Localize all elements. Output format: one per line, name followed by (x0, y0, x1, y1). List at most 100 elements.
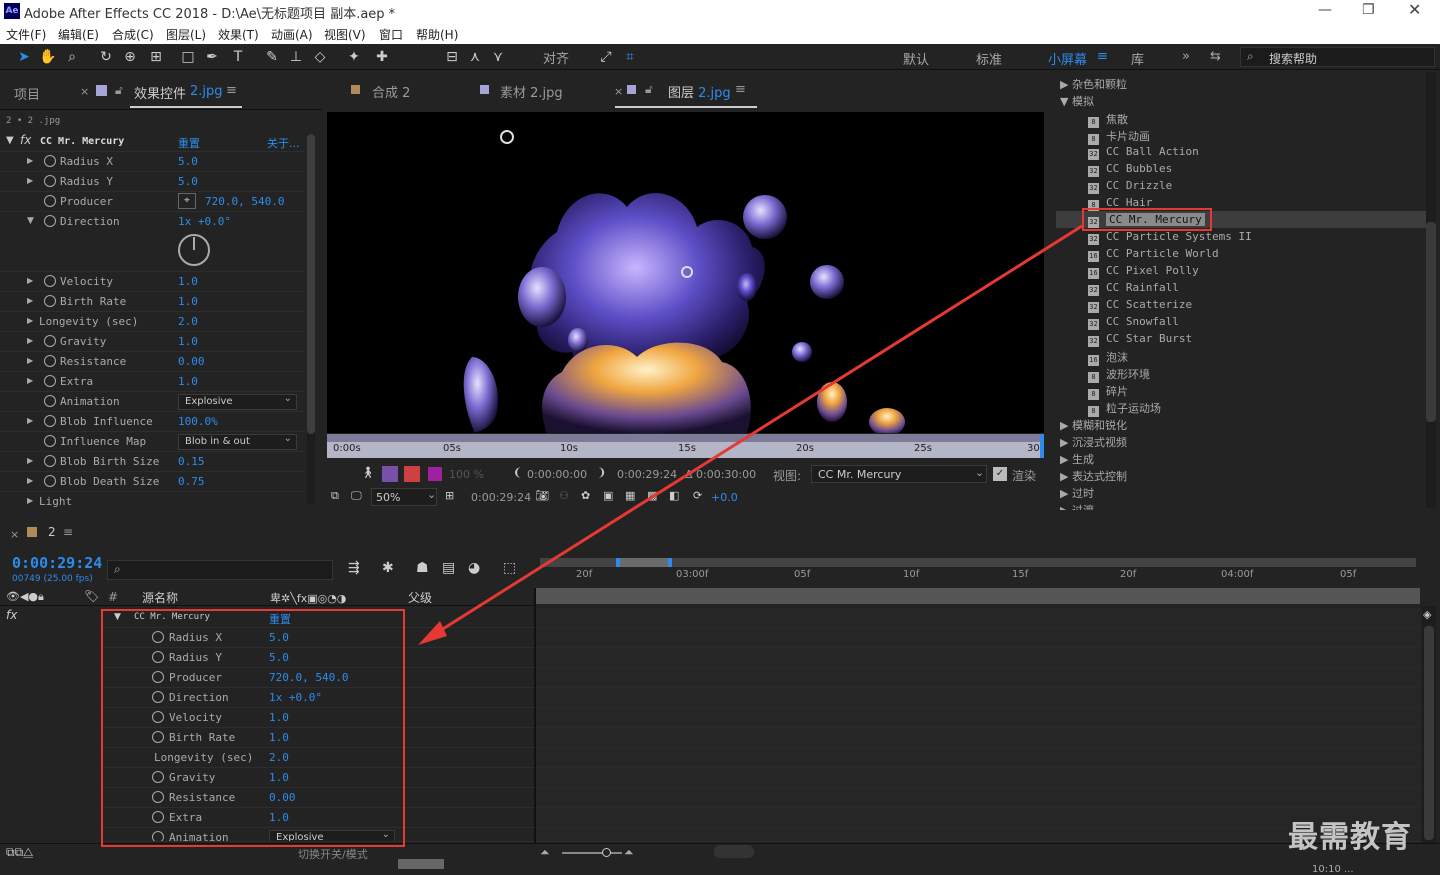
effect-item[interactable]: 16 泡沫 (1088, 349, 1128, 366)
param-row[interactable]: ▶ Birth Rate 1.0 (0, 292, 305, 312)
param-row[interactable]: ▶ Longevity (sec) 2.0 (0, 312, 305, 332)
panel-menu-icon[interactable]: ≡ (735, 82, 746, 97)
menu-layer[interactable]: 图层(L) (166, 26, 206, 43)
menu-help[interactable]: 帮助(H) (416, 26, 458, 43)
world-axis-icon[interactable]: ⋏ (465, 47, 485, 67)
param-row[interactable]: ▶ Radius Y 5.0 (0, 172, 305, 192)
effect-item[interactable]: 32 CC Rainfall (1088, 281, 1179, 296)
workspace-menu-icon[interactable]: ≡ (1097, 49, 1108, 64)
eraser-tool-icon[interactable]: ◇ (310, 47, 330, 67)
param-row[interactable]: ▶ Velocity 1.0 (0, 272, 305, 292)
effect-item[interactable]: 32 CC Bubbles (1088, 162, 1172, 177)
menu-view[interactable]: 视图(V) (324, 26, 366, 43)
category-item[interactable]: ▶ 生成 (1060, 451, 1094, 467)
menu-animation[interactable]: 动画(A) (271, 26, 313, 43)
view-dropdown[interactable]: CC Mr. Mercury (811, 465, 987, 483)
category-item[interactable]: ▶ 过渡 (1060, 502, 1094, 510)
layer-search-input[interactable]: ⌕ (107, 560, 333, 580)
comp-mini-flowchart-icon[interactable]: ⇶ (348, 560, 360, 576)
tab-effect-controls[interactable]: 效果控件 (134, 83, 186, 102)
transparency-grid-icon[interactable]: ▦ (625, 489, 635, 502)
motion-blur-icon[interactable]: ◕ (468, 560, 480, 576)
stopwatch-icon[interactable] (44, 435, 56, 447)
param-value[interactable]: 1.0 (178, 295, 198, 308)
more-workspaces-icon[interactable]: » (1182, 49, 1190, 64)
stopwatch-icon[interactable] (44, 175, 56, 187)
brush-tool-icon[interactable]: ✎ (262, 47, 282, 67)
param-row[interactable]: ▶ Gravity 1.0 (0, 332, 305, 352)
direction-dial[interactable] (178, 234, 210, 266)
category-item[interactable]: ▶ 过时 (1060, 485, 1094, 501)
effect-item[interactable]: 32 CC Scatterize (1088, 298, 1192, 313)
av-switches-icon[interactable]: 👁︎◀●🔒︎ (6, 590, 44, 604)
footer-toggle-icons[interactable]: ⧉⧉⧋ (6, 845, 33, 860)
tab-composition[interactable]: 合成 2 (372, 82, 410, 101)
category-item[interactable]: ▶ 沉浸式视频 (1060, 434, 1127, 450)
rotate-tool-icon[interactable]: ↻ (96, 47, 116, 67)
param-row[interactable]: ▶ Blob Birth Size 0.15 (0, 452, 305, 472)
category-noise-grain[interactable]: ▶ 杂色和颗粒 (1060, 76, 1127, 92)
tab-layer[interactable]: 图层 2.jpg (668, 82, 731, 101)
param-value[interactable]: 0.15 (178, 455, 205, 468)
workspace-default[interactable]: 默认 (903, 49, 929, 68)
effect-item[interactable]: 8 碎片 (1088, 383, 1128, 400)
stopwatch-icon[interactable] (44, 295, 56, 307)
param-value[interactable]: 1.0 (178, 275, 198, 288)
effect-item[interactable]: 32 CC Snowfall (1088, 315, 1179, 330)
col-parent[interactable]: 父级 (408, 589, 432, 606)
close-tab-icon[interactable]: × (10, 528, 19, 541)
menu-composition[interactable]: 合成(C) (112, 26, 154, 43)
show-snapshot-icon[interactable]: ⚇ (559, 489, 569, 502)
zoom-in-icon[interactable]: ⏶ (624, 845, 634, 860)
snap-extend-icon[interactable]: ⤢ (596, 47, 616, 67)
snapshot-icon[interactable]: 📷︎ (535, 489, 549, 502)
param-row[interactable]: ▶ Blob Influence 100.0% (0, 412, 305, 432)
animation-dropdown[interactable]: Explosive (178, 392, 297, 410)
zoom-slider[interactable] (562, 848, 622, 857)
fit-icon[interactable]: ⊞ (445, 489, 454, 502)
param-value[interactable]: 720.0, 540.0 (205, 195, 284, 208)
stopwatch-icon[interactable] (44, 215, 56, 227)
fx-toggle[interactable]: fx (20, 133, 31, 147)
graph-editor-icon[interactable]: ⬚ (503, 560, 516, 576)
param-value[interactable]: 100.0% (178, 415, 218, 428)
minimize-icon[interactable]: — (1318, 2, 1332, 18)
reset-exposure-icon[interactable]: ⟳ (693, 489, 702, 502)
param-row[interactable]: ▶ Radius X 5.0 (0, 152, 305, 172)
shy-layers-icon[interactable]: ☗ (416, 560, 429, 576)
effects-scrollbar[interactable] (1426, 72, 1436, 508)
param-value[interactable]: 1.0 (178, 335, 198, 348)
effect-item[interactable]: 32 CC Particle Systems II (1088, 230, 1252, 245)
pen-tool-icon[interactable]: ✒ (202, 47, 222, 67)
stopwatch-icon[interactable] (44, 415, 56, 427)
param-value[interactable]: 0.75 (178, 475, 205, 488)
effect-item[interactable]: 8 卡片动画 (1088, 128, 1150, 145)
param-value[interactable]: 2.0 (178, 315, 198, 328)
restore-icon[interactable]: ❐ (1362, 2, 1375, 18)
param-row[interactable]: Producer ⌖ 720.0, 540.0 (0, 192, 305, 212)
col-source-name[interactable]: 源名称 (142, 589, 178, 606)
effect-item[interactable]: 32 CC Ball Action (1088, 145, 1199, 160)
stopwatch-icon[interactable] (44, 355, 56, 367)
param-value[interactable]: 1x +0.0° (178, 215, 231, 228)
tab-project[interactable]: 项目 (14, 84, 40, 103)
scroll-thumb[interactable] (714, 845, 754, 858)
influence-map-dropdown[interactable]: Blob in & out (178, 432, 297, 450)
zoom-out-icon[interactable]: ⏶ (540, 845, 550, 860)
close-tab-icon[interactable]: × (614, 85, 623, 98)
transparency-icon[interactable] (404, 466, 420, 482)
axis-tool-icon[interactable]: ⊟ (442, 47, 462, 67)
menu-effect[interactable]: 效果(T) (218, 26, 259, 43)
param-value[interactable]: 5.0 (178, 155, 198, 168)
effect-item[interactable]: 8 波形环境 (1088, 366, 1150, 383)
effect-item[interactable]: 32 CC Star Burst (1088, 332, 1192, 347)
stopwatch-icon[interactable] (44, 395, 56, 407)
mask-icon[interactable]: ▩ (647, 489, 657, 502)
effect-header-row[interactable]: ▼ fx CC Mr. Mercury 重置 关于... (0, 132, 305, 152)
param-row[interactable]: ▶ Blob Death Size 0.75 (0, 472, 305, 492)
keyframe-nav-icon[interactable]: ◈ (1423, 608, 1431, 621)
param-group-row[interactable]: ▶ Light (0, 492, 305, 512)
fx-toggle[interactable]: fx (6, 608, 17, 622)
in-point-icon[interactable]: ❨ (513, 466, 522, 479)
lock-icon[interactable]: 🔓︎ (645, 82, 653, 97)
